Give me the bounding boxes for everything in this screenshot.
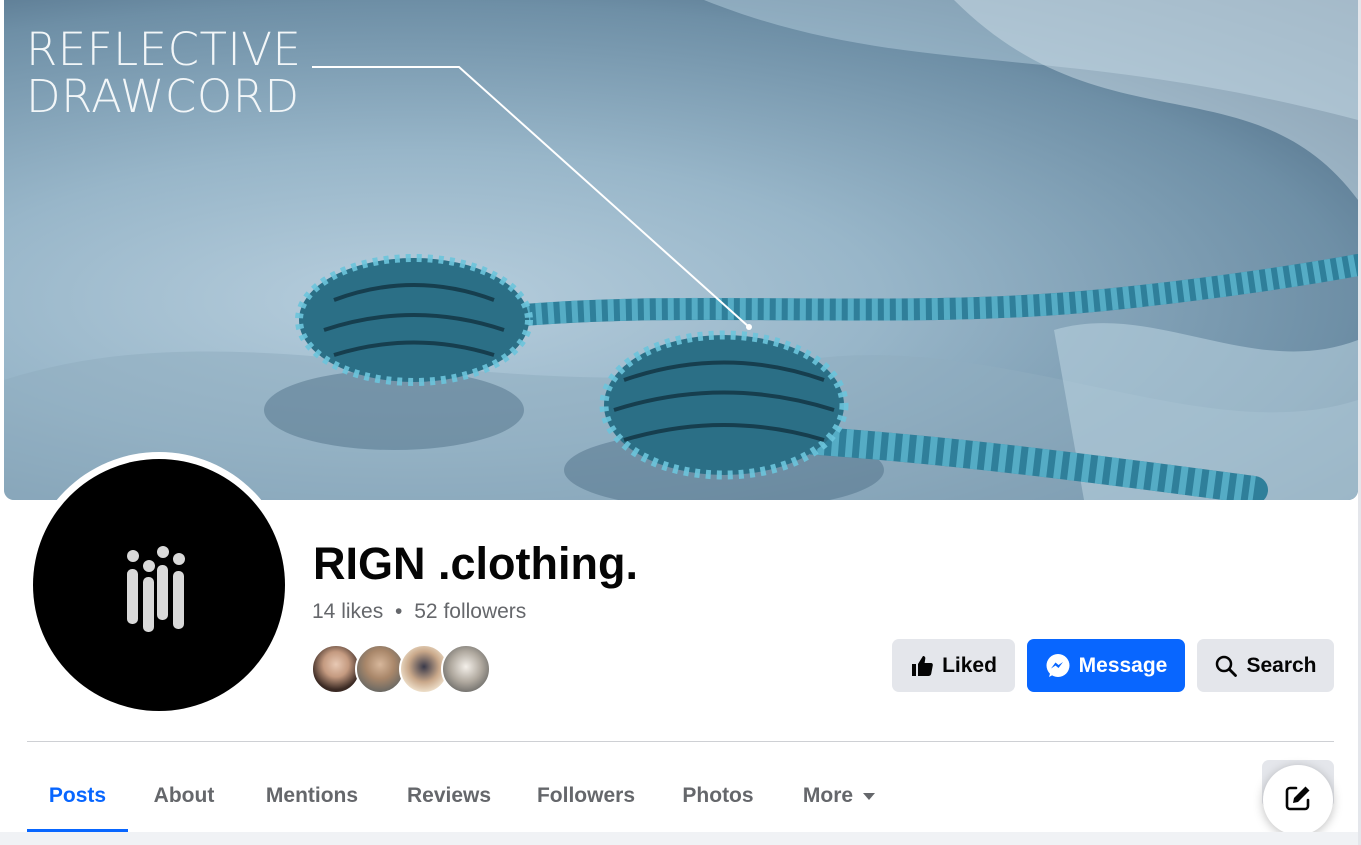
page-stats: 14 likes • 52 followers	[312, 600, 526, 624]
tab-label: Followers	[536, 784, 636, 807]
tab-more[interactable]: More	[784, 760, 894, 832]
compose-button[interactable]	[1263, 765, 1333, 835]
search-label: Search	[1246, 653, 1317, 677]
friend-avatar[interactable]	[355, 644, 405, 694]
messenger-icon	[1045, 653, 1071, 679]
tab-reviews[interactable]: Reviews	[392, 760, 506, 832]
message-button[interactable]: Message	[1027, 639, 1185, 692]
tab-label: Photos	[682, 784, 754, 807]
search-icon	[1214, 654, 1238, 678]
message-label: Message	[1078, 653, 1168, 677]
liked-button[interactable]: Liked	[892, 639, 1015, 692]
tab-photos[interactable]: Photos	[667, 760, 769, 832]
cover-caption: REFLECTIVE DRAWCORD	[26, 26, 301, 120]
tab-label: More	[802, 784, 854, 807]
search-button[interactable]: Search	[1197, 639, 1334, 692]
tab-mentions[interactable]: Mentions	[247, 760, 377, 832]
cover-photo[interactable]: REFLECTIVE DRAWCORD	[4, 0, 1358, 500]
stats-separator: •	[395, 600, 403, 623]
tab-about[interactable]: About	[135, 760, 233, 832]
cover-caption-line2: DRAWCORD	[26, 70, 300, 123]
brand-logo-icon	[127, 546, 185, 632]
header-divider	[27, 741, 1334, 742]
friend-avatar[interactable]	[311, 644, 361, 694]
tab-label: Reviews	[406, 784, 492, 807]
likes-count[interactable]: 14 likes	[312, 600, 383, 623]
tab-label: About	[153, 784, 215, 807]
friend-avatar[interactable]	[441, 644, 491, 694]
profile-picture[interactable]	[33, 459, 285, 711]
page-background	[0, 832, 1358, 845]
thumbs-up-icon	[910, 654, 934, 678]
tab-posts[interactable]: Posts	[27, 760, 128, 832]
cover-caption-line1: REFLECTIVE	[26, 23, 302, 76]
caret-down-icon	[863, 792, 876, 800]
edit-icon	[1283, 783, 1313, 818]
tab-followers[interactable]: Followers	[521, 760, 651, 832]
followers-count[interactable]: 52 followers	[414, 600, 526, 623]
page-title: RIGN .clothing.	[313, 538, 638, 589]
liked-label: Liked	[942, 653, 997, 677]
tab-label: Posts	[48, 784, 107, 807]
tab-label: Mentions	[265, 784, 359, 807]
